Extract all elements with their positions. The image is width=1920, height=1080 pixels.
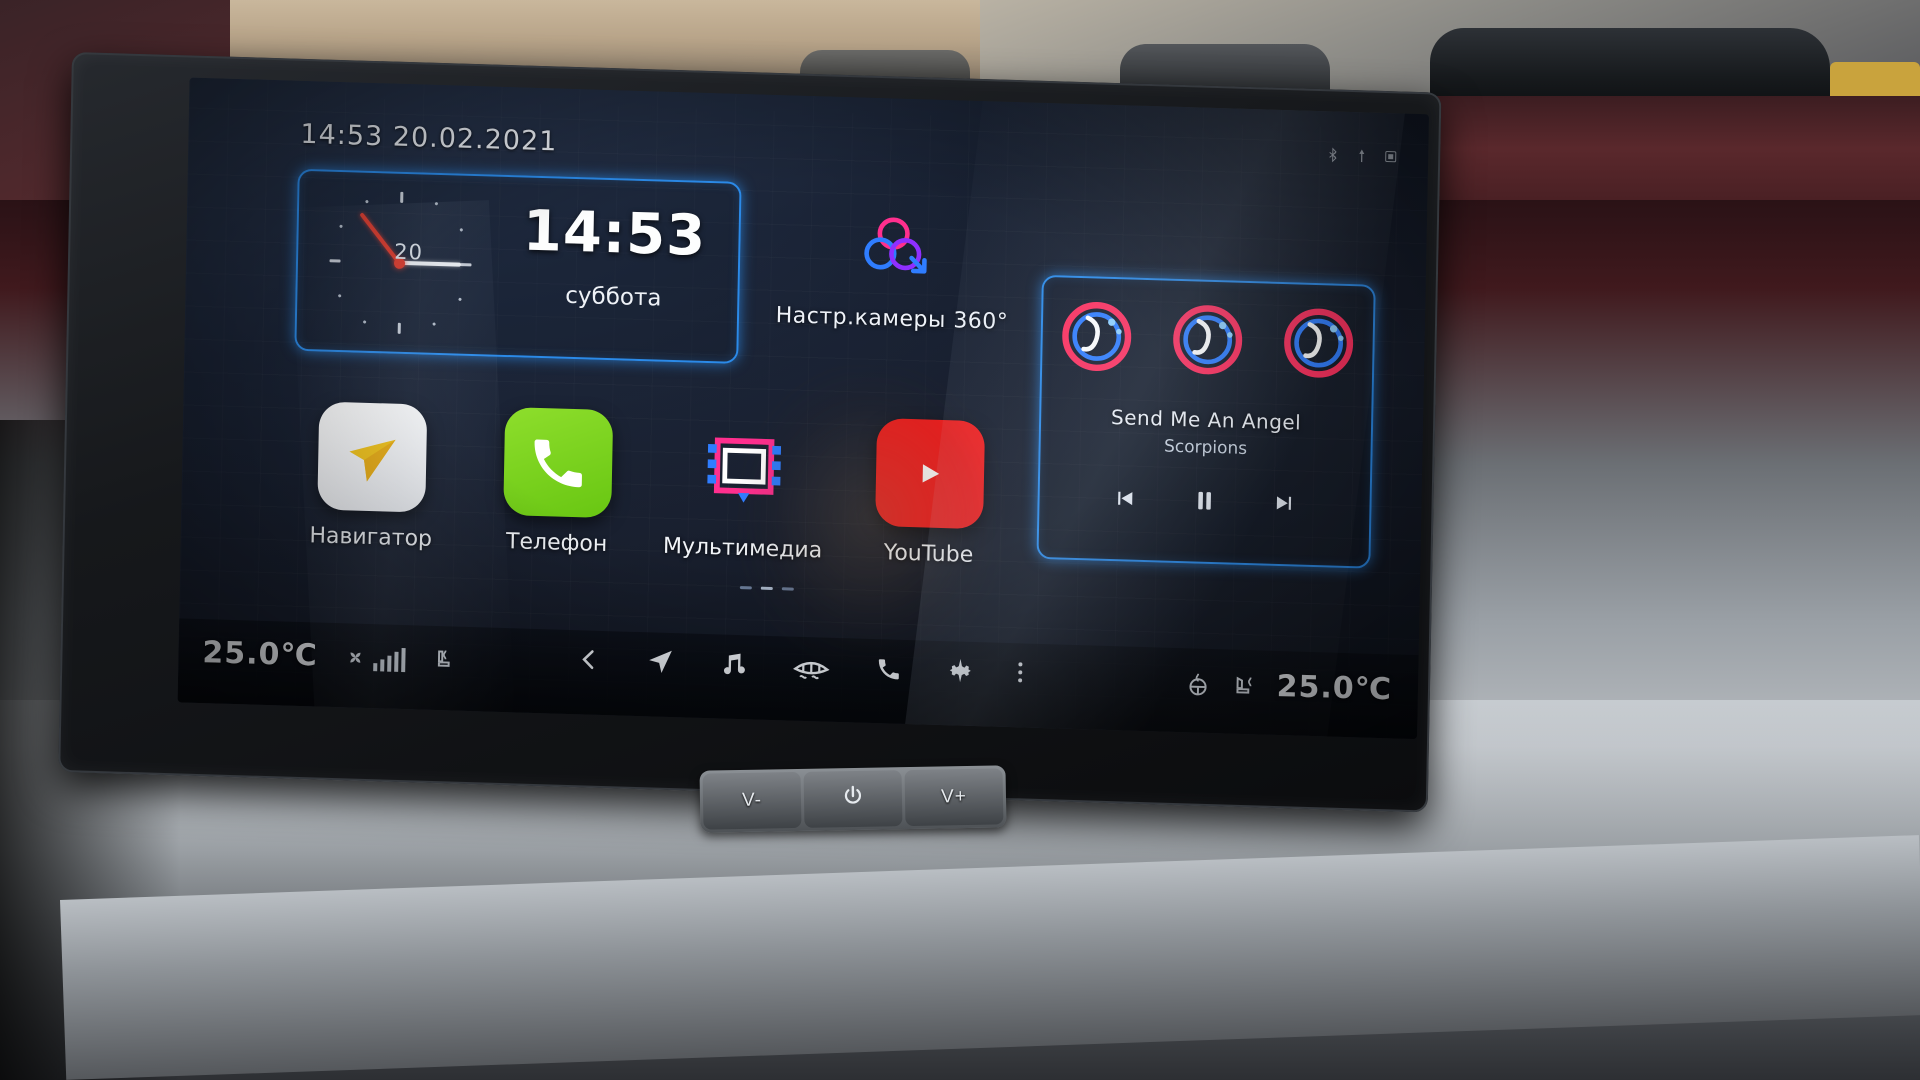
navigator-icon	[317, 401, 428, 513]
phone-handset-icon[interactable]	[875, 655, 903, 683]
album-art-row	[1050, 289, 1366, 390]
digital-clock-day: суббота	[565, 282, 662, 312]
volume-down-button[interactable]: V-	[702, 771, 802, 830]
navigation-arrow-icon[interactable]	[645, 646, 676, 677]
music-track-artist: Scorpions	[1163, 436, 1248, 460]
clock-widget[interactable]: 20 14:53 суббота	[294, 168, 742, 364]
app-navigator[interactable]: Навигатор	[285, 401, 460, 553]
phone-icon	[503, 406, 614, 519]
infotainment-head-unit: 14:53 20.02.2021 20 14:53 суббота Настр.…	[58, 52, 1442, 813]
app-navigator-label: Навигатор	[309, 523, 433, 552]
camera-360-icon	[847, 199, 941, 294]
digital-clock-time: 14:53	[522, 198, 707, 269]
photo-scene: 14:53 20.02.2021 20 14:53 суббота Настр.…	[0, 0, 1920, 1080]
back-button[interactable]	[575, 644, 602, 675]
gear-icon[interactable]	[946, 656, 975, 685]
clock-tick	[434, 201, 439, 206]
app-grid: Навигатор Телефон Мультимедиа YouTube	[284, 401, 1007, 612]
status-system-icons	[1325, 147, 1398, 169]
saxophone-neon-icon	[1050, 289, 1144, 384]
bluetooth-icon	[1325, 147, 1340, 167]
app-phone[interactable]: Телефон	[470, 406, 645, 558]
page-dot[interactable]	[739, 586, 752, 590]
clock-tick	[397, 322, 401, 334]
app-multimedia[interactable]: Мультимедиа	[656, 412, 831, 564]
defrost-icon[interactable]	[791, 652, 832, 681]
youtube-icon	[875, 418, 986, 530]
app-multimedia-label: Мультимедиа	[662, 533, 823, 564]
app-youtube[interactable]: YouTube	[842, 417, 1017, 569]
next-track-button[interactable]	[1273, 490, 1299, 517]
hardware-button-cluster: V- V+	[699, 765, 1007, 833]
clock-tick	[460, 263, 472, 267]
infotainment-screen[interactable]: 14:53 20.02.2021 20 14:53 суббота Настр.…	[177, 77, 1430, 740]
volume-up-button[interactable]: V+	[904, 768, 1004, 827]
clock-tick	[337, 293, 342, 298]
more-vertical-icon[interactable]	[1017, 662, 1022, 683]
digital-clock: 14:53 суббота	[503, 198, 725, 314]
clock-tick	[459, 227, 464, 232]
clock-tick	[432, 322, 437, 327]
clock-tick	[457, 297, 463, 302]
clock-dial-number: 20	[393, 239, 424, 265]
clock-tick	[400, 191, 404, 203]
app-youtube-label: YouTube	[883, 540, 974, 568]
clock-tick	[338, 224, 344, 229]
sdcard-icon	[1383, 149, 1398, 169]
steering-wheel-heater-icon[interactable]	[1184, 671, 1210, 698]
power-icon	[841, 784, 866, 814]
saxophone-neon-icon	[1272, 296, 1366, 391]
gps-icon	[1354, 148, 1369, 168]
clock-tick	[362, 319, 367, 325]
previous-track-button[interactable]	[1110, 485, 1136, 512]
music-track-title: Send Me An Angel	[1110, 404, 1302, 435]
saxophone-neon-icon	[1161, 292, 1255, 387]
seat-heater-right-icon[interactable]	[1230, 672, 1256, 699]
music-note-icon[interactable]	[719, 649, 748, 678]
camera-360-shortcut[interactable]: Настр.камеры 360°	[767, 197, 1019, 335]
page-dot-active[interactable]	[760, 586, 773, 590]
multimedia-icon	[689, 413, 799, 524]
right-temperature[interactable]: 25.0℃	[1276, 669, 1392, 707]
clock-tick	[364, 199, 369, 204]
play-pause-button[interactable]	[1189, 485, 1220, 516]
app-phone-label: Телефон	[505, 529, 608, 558]
status-datetime: 14:53 20.02.2021	[300, 118, 558, 158]
music-widget[interactable]: Send Me An Angel Scorpions	[1036, 274, 1376, 569]
music-controls	[1039, 481, 1369, 521]
clock-tick	[329, 259, 341, 263]
power-button[interactable]	[803, 770, 903, 828]
page-dot[interactable]	[781, 587, 794, 591]
bottom-bar-right: 25.0℃	[1184, 666, 1392, 707]
